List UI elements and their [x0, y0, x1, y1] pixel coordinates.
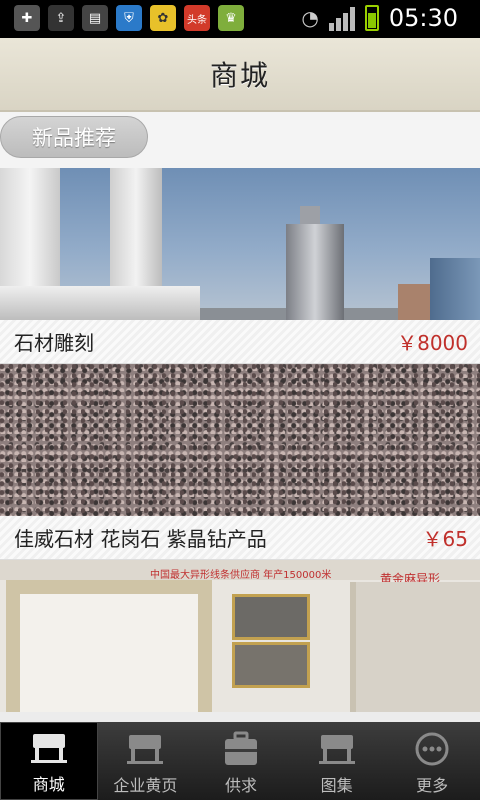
shield-icon: ⛨: [116, 5, 142, 31]
section-header: 新品推荐: [0, 112, 480, 168]
more-icon: [412, 730, 452, 768]
new-products-tab[interactable]: 新品推荐: [0, 116, 148, 158]
product-caption: 石材雕刻 ￥8000: [0, 320, 480, 364]
upload-icon: ⇪: [48, 5, 74, 31]
tab-supply-demand[interactable]: 供求: [193, 722, 289, 800]
store-icon: [125, 730, 165, 768]
battery-icon: [364, 5, 379, 31]
product-name: 佳威石材 花岗石 紫晶钻产品: [14, 527, 267, 551]
product-item[interactable]: 佳威石材 花岗石 紫晶钻产品 ￥65: [0, 364, 480, 560]
title-bar: 商城: [0, 38, 480, 112]
product-item[interactable]: 石材雕刻 ￥8000: [0, 168, 480, 364]
toutiao-icon: 头条: [184, 5, 210, 31]
store-icon: [317, 730, 357, 768]
tab-store[interactable]: 商城: [0, 722, 98, 800]
tab-label: 更多: [416, 776, 449, 795]
tab-gallery[interactable]: 图集: [289, 722, 385, 800]
tab-label: 供求: [224, 776, 257, 795]
tab-label: 图集: [320, 776, 353, 795]
page-title: 商城: [209, 59, 270, 92]
product-price: ￥65: [422, 527, 468, 551]
wifi-icon: ◔: [301, 6, 319, 30]
product-image: [0, 168, 480, 320]
notification-icons: ✚ ⇪ ▤ ⛨ ✿ 头条 ♛: [14, 5, 244, 31]
app-yellow-icon: ✿: [150, 5, 176, 31]
tab-more[interactable]: 更多: [384, 722, 480, 800]
store-icon: [29, 729, 69, 767]
sd-card-icon: ▤: [82, 5, 108, 31]
product-item[interactable]: 中国最大异形线条供应商 年产150000米 黄金麻异形: [0, 560, 480, 712]
exhibit-banner-text: 中国最大异形线条供应商 年产150000米: [150, 570, 332, 581]
product-caption: 佳威石材 花岗石 紫晶钻产品 ￥65: [0, 516, 480, 560]
tab-label: 商城: [32, 775, 65, 794]
briefcase-icon: [221, 730, 261, 768]
product-name: 石材雕刻: [14, 331, 94, 355]
status-bar: ✚ ⇪ ▤ ⛨ ✿ 头条 ♛ ◔ 05:30: [0, 0, 480, 38]
add-icon: ✚: [14, 5, 40, 31]
product-image: [0, 364, 480, 516]
product-price: ￥8000: [397, 331, 468, 355]
tab-yellow-pages[interactable]: 企业黄页: [98, 722, 194, 800]
tab-label: 企业黄页: [113, 776, 178, 795]
bottom-tab-bar: 商城 企业黄页 供求 图集 更多: [0, 722, 480, 800]
android-market-icon: ♛: [218, 5, 244, 31]
product-image: 中国最大异形线条供应商 年产150000米 黄金麻异形: [0, 560, 480, 712]
clock: 05:30: [388, 4, 458, 32]
signal-icon: [328, 5, 355, 31]
product-list[interactable]: 石材雕刻 ￥8000 佳威石材 花岗石 紫晶钻产品 ￥65 中国最大异形线条供应…: [0, 168, 480, 722]
